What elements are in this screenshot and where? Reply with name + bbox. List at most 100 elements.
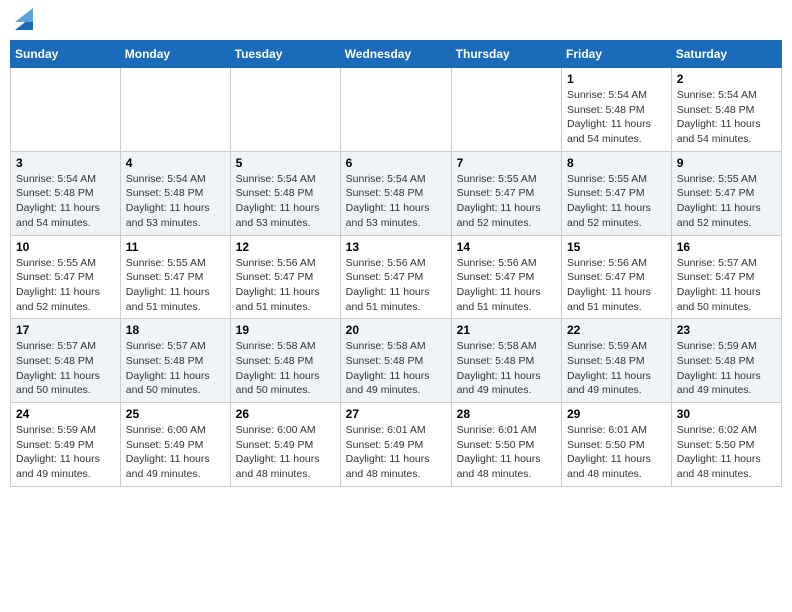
calendar-day: 29 Sunrise: 6:01 AM Sunset: 5:50 PM Dayli… [562,403,672,487]
day-number: 29 [567,407,666,421]
day-number: 20 [346,323,446,337]
day-number: 14 [457,240,556,254]
day-number: 16 [677,240,776,254]
calendar-day [451,68,561,152]
calendar-day: 2Sunrise: 5:54 AM Sunset: 5:48 PM Daylig… [671,68,781,152]
day-info: Sunrise: 5:54 AM Sunset: 5:48 PM Dayligh… [236,172,335,231]
calendar-day: 4 Sunrise: 5:54 AM Sunset: 5:48 PM Daylig… [120,151,230,235]
day-number: 17 [16,323,115,337]
day-number: 22 [567,323,666,337]
day-number: 15 [567,240,666,254]
calendar-day: 19 Sunrise: 5:58 AM Sunset: 5:48 PM Dayli… [230,319,340,403]
calendar-day: 23 Sunrise: 5:59 AM Sunset: 5:48 PM Dayli… [671,319,781,403]
calendar-day: 16 Sunrise: 5:57 AM Sunset: 5:47 PM Dayli… [671,235,781,319]
day-info: Sunrise: 5:58 AM Sunset: 5:48 PM Dayligh… [457,339,556,398]
calendar-day: 12 Sunrise: 5:56 AM Sunset: 5:47 PM Dayli… [230,235,340,319]
day-number: 25 [126,407,225,421]
calendar-day: 6 Sunrise: 5:54 AM Sunset: 5:48 PM Daylig… [340,151,451,235]
day-number: 12 [236,240,335,254]
day-info: Sunrise: 5:58 AM Sunset: 5:48 PM Dayligh… [236,339,335,398]
calendar-day: 11Sunrise: 5:55 AM Sunset: 5:47 PM Dayli… [120,235,230,319]
logo [14,10,34,32]
day-info: Sunrise: 5:59 AM Sunset: 5:48 PM Dayligh… [677,339,776,398]
day-info: Sunrise: 5:54 AM Sunset: 5:48 PM Dayligh… [16,172,115,231]
weekday-header-tuesday: Tuesday [230,41,340,68]
day-info: Sunrise: 5:56 AM Sunset: 5:47 PM Dayligh… [567,256,666,315]
day-number: 23 [677,323,776,337]
calendar-week-4: 17 Sunrise: 5:57 AM Sunset: 5:48 PM Dayli… [11,319,782,403]
day-info: Sunrise: 5:55 AM Sunset: 5:47 PM Dayligh… [677,172,776,231]
day-number: 1 [567,72,666,86]
day-number: 26 [236,407,335,421]
day-info: Sunrise: 5:57 AM Sunset: 5:48 PM Dayligh… [16,339,115,398]
day-info: Sunrise: 5:55 AM Sunset: 5:47 PM Dayligh… [126,256,225,315]
day-info: Sunrise: 6:01 AM Sunset: 5:50 PM Dayligh… [567,423,666,482]
day-number: 18 [126,323,225,337]
calendar-day [11,68,121,152]
calendar-day [230,68,340,152]
calendar-day: 20Sunrise: 5:58 AM Sunset: 5:48 PM Dayli… [340,319,451,403]
day-info: Sunrise: 5:56 AM Sunset: 5:47 PM Dayligh… [236,256,335,315]
day-number: 28 [457,407,556,421]
day-info: Sunrise: 6:01 AM Sunset: 5:50 PM Dayligh… [457,423,556,482]
day-number: 9 [677,156,776,170]
day-info: Sunrise: 5:55 AM Sunset: 5:47 PM Dayligh… [16,256,115,315]
day-info: Sunrise: 6:01 AM Sunset: 5:49 PM Dayligh… [346,423,446,482]
day-info: Sunrise: 5:55 AM Sunset: 5:47 PM Dayligh… [457,172,556,231]
calendar-header-row: SundayMondayTuesdayWednesdayThursdayFrid… [11,41,782,68]
day-number: 19 [236,323,335,337]
day-info: Sunrise: 6:02 AM Sunset: 5:50 PM Dayligh… [677,423,776,482]
day-number: 30 [677,407,776,421]
day-info: Sunrise: 5:59 AM Sunset: 5:48 PM Dayligh… [567,339,666,398]
day-info: Sunrise: 5:55 AM Sunset: 5:47 PM Dayligh… [567,172,666,231]
calendar-day: 3 Sunrise: 5:54 AM Sunset: 5:48 PM Daylig… [11,151,121,235]
weekday-header-friday: Friday [562,41,672,68]
calendar-day: 9 Sunrise: 5:55 AM Sunset: 5:47 PM Daylig… [671,151,781,235]
calendar-day: 26 Sunrise: 6:00 AM Sunset: 5:49 PM Dayli… [230,403,340,487]
calendar-day [120,68,230,152]
page-header [10,10,782,32]
weekday-header-thursday: Thursday [451,41,561,68]
calendar-day: 24 Sunrise: 5:59 AM Sunset: 5:49 PM Dayli… [11,403,121,487]
weekday-header-saturday: Saturday [671,41,781,68]
calendar-week-2: 3 Sunrise: 5:54 AM Sunset: 5:48 PM Daylig… [11,151,782,235]
day-number: 6 [346,156,446,170]
day-info: Sunrise: 5:56 AM Sunset: 5:47 PM Dayligh… [457,256,556,315]
day-number: 10 [16,240,115,254]
day-number: 5 [236,156,335,170]
day-info: Sunrise: 5:54 AM Sunset: 5:48 PM Dayligh… [346,172,446,231]
calendar-day: 18 Sunrise: 5:57 AM Sunset: 5:48 PM Dayli… [120,319,230,403]
calendar-day: 22 Sunrise: 5:59 AM Sunset: 5:48 PM Dayli… [562,319,672,403]
weekday-header-sunday: Sunday [11,41,121,68]
day-info: Sunrise: 5:57 AM Sunset: 5:47 PM Dayligh… [677,256,776,315]
calendar-table: SundayMondayTuesdayWednesdayThursdayFrid… [10,40,782,487]
day-number: 4 [126,156,225,170]
day-info: Sunrise: 5:59 AM Sunset: 5:49 PM Dayligh… [16,423,115,482]
day-info: Sunrise: 6:00 AM Sunset: 5:49 PM Dayligh… [126,423,225,482]
calendar-week-3: 10 Sunrise: 5:55 AM Sunset: 5:47 PM Dayli… [11,235,782,319]
calendar-day: 30 Sunrise: 6:02 AM Sunset: 5:50 PM Dayli… [671,403,781,487]
calendar-day: 5 Sunrise: 5:54 AM Sunset: 5:48 PM Daylig… [230,151,340,235]
day-number: 13 [346,240,446,254]
day-number: 27 [346,407,446,421]
calendar-day: 1 Sunrise: 5:54 AM Sunset: 5:48 PM Daylig… [562,68,672,152]
calendar-week-1: 1 Sunrise: 5:54 AM Sunset: 5:48 PM Daylig… [11,68,782,152]
calendar-week-5: 24 Sunrise: 5:59 AM Sunset: 5:49 PM Dayli… [11,403,782,487]
day-info: Sunrise: 5:54 AM Sunset: 5:48 PM Dayligh… [126,172,225,231]
calendar-day: 17 Sunrise: 5:57 AM Sunset: 5:48 PM Dayli… [11,319,121,403]
calendar-day: 15 Sunrise: 5:56 AM Sunset: 5:47 PM Dayli… [562,235,672,319]
day-number: 7 [457,156,556,170]
calendar-day: 21Sunrise: 5:58 AM Sunset: 5:48 PM Dayli… [451,319,561,403]
day-info: Sunrise: 6:00 AM Sunset: 5:49 PM Dayligh… [236,423,335,482]
day-number: 2 [677,72,776,86]
day-number: 24 [16,407,115,421]
calendar-day: 8Sunrise: 5:55 AM Sunset: 5:47 PM Daylig… [562,151,672,235]
day-info: Sunrise: 5:54 AM Sunset: 5:48 PM Dayligh… [567,88,666,147]
day-info: Sunrise: 5:57 AM Sunset: 5:48 PM Dayligh… [126,339,225,398]
weekday-header-monday: Monday [120,41,230,68]
calendar-day: 13Sunrise: 5:56 AM Sunset: 5:47 PM Dayli… [340,235,451,319]
calendar-day [340,68,451,152]
calendar-day: 7 Sunrise: 5:55 AM Sunset: 5:47 PM Daylig… [451,151,561,235]
calendar-day: 28 Sunrise: 6:01 AM Sunset: 5:50 PM Dayli… [451,403,561,487]
day-number: 3 [16,156,115,170]
